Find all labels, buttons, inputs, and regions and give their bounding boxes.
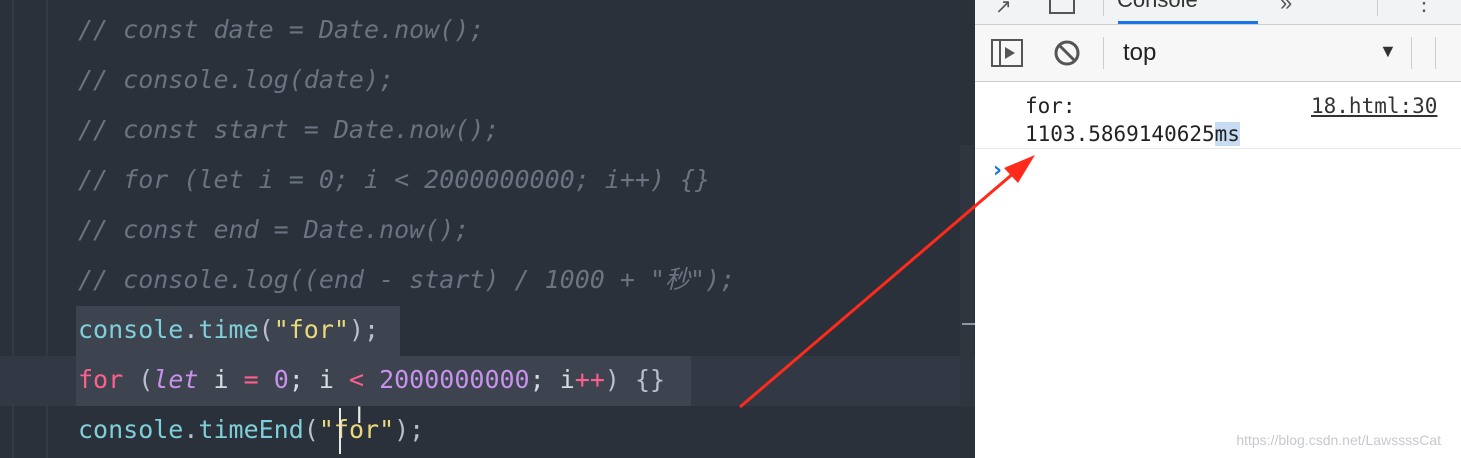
code-line-comment: // const end = Date.now(); <box>78 215 470 244</box>
source-link[interactable]: 18.html:30 <box>1311 92 1437 120</box>
tab-separator <box>1103 0 1104 16</box>
token-punct: . <box>183 415 199 444</box>
token-string: " <box>379 415 395 444</box>
code-line-console-timeend: console.timeEnd("for"); <box>78 405 424 455</box>
token-punct: ) {} <box>604 365 666 394</box>
sidebar-toggle-icon[interactable] <box>991 39 1023 67</box>
text-cursor <box>339 408 341 454</box>
timer-label: for: <box>1025 94 1076 118</box>
kebab-menu-icon[interactable]: ⋮ <box>1413 0 1435 16</box>
token-punct: ; i <box>288 365 349 394</box>
token-punct: ; i <box>529 365 575 394</box>
dropdown-arrow-icon[interactable]: ▼ <box>1379 41 1397 62</box>
token-string: "for" <box>273 315 349 344</box>
clear-console-icon[interactable] <box>1053 39 1081 67</box>
devtools-panel: ↗ Console » ⋮ top ▼ for: 1103.5869140625… <box>975 0 1461 458</box>
token-string: " <box>318 415 334 444</box>
scrollbar-marker <box>962 323 975 325</box>
code-line-console-time: console.time("for"); <box>78 305 379 355</box>
token-operator: = <box>243 365 259 394</box>
devtools-tabbar: ↗ Console » ⋮ <box>975 0 1461 25</box>
token-keyword: for <box>78 365 124 394</box>
token-method: timeEnd <box>198 415 304 444</box>
context-selector[interactable]: top <box>1123 39 1156 67</box>
console-toolbar: top ▼ <box>975 25 1461 82</box>
toolbar-separator <box>1103 37 1104 69</box>
token-identifier: i <box>198 365 244 394</box>
token-operator: ++ <box>574 365 605 394</box>
token-identifier: console <box>78 315 184 344</box>
token-punct: ( <box>303 415 319 444</box>
token-keyword: let <box>153 365 199 394</box>
code-line-comment: // for (let i = 0; i < 2000000000; i++) … <box>78 165 711 194</box>
token-punct: ); <box>348 315 380 344</box>
editor-scrollbar[interactable] <box>960 145 974 405</box>
code-line-comment: // const start = Date.now(); <box>78 115 500 144</box>
token-number: 0 <box>258 365 289 394</box>
console-message: for: 1103.5869140625ms 18.html:30 <box>975 82 1461 149</box>
toolbar-separator <box>1411 37 1412 69</box>
toolbar-separator <box>1435 37 1436 69</box>
watermark: https://blog.csdn.net/LawssssCat <box>1236 432 1441 448</box>
token-identifier: console <box>78 415 184 444</box>
code-editor[interactable]: // const date = Date.now(); // console.l… <box>0 0 975 458</box>
timer-value: 1103.5869140625 <box>1025 122 1215 146</box>
ibeam-cursor-icon: I <box>356 404 363 429</box>
token-punct: ( <box>123 365 154 394</box>
token-method: time <box>198 315 259 344</box>
token-punct: ( <box>258 315 274 344</box>
tab-separator <box>1377 0 1378 16</box>
more-tabs-icon[interactable]: » <box>1280 0 1292 16</box>
console-prompt-icon[interactable]: › <box>993 158 1002 183</box>
code-line-for-loop: for (let i = 0; i < 2000000000; i++) {} <box>78 355 665 405</box>
code-line-comment: // console.log(date); <box>78 65 395 94</box>
token-operator: < <box>348 365 365 394</box>
device-toolbar-icon[interactable] <box>1049 0 1075 14</box>
active-tab-indicator <box>1118 21 1258 24</box>
token-punct: . <box>183 315 199 344</box>
console-message-text: for: 1103.5869140625ms <box>1025 92 1240 148</box>
token-punct: ); <box>394 415 425 444</box>
code-line-comment: // console.log((end - start) / 1000 + "秒… <box>78 265 736 294</box>
tab-console[interactable]: Console <box>1117 0 1198 13</box>
code-line-comment: // const date = Date.now(); <box>78 15 485 44</box>
timer-unit: ms <box>1214 122 1240 146</box>
token-number: 2000000000 <box>364 365 530 394</box>
inspect-element-icon[interactable]: ↗ <box>995 0 1012 19</box>
